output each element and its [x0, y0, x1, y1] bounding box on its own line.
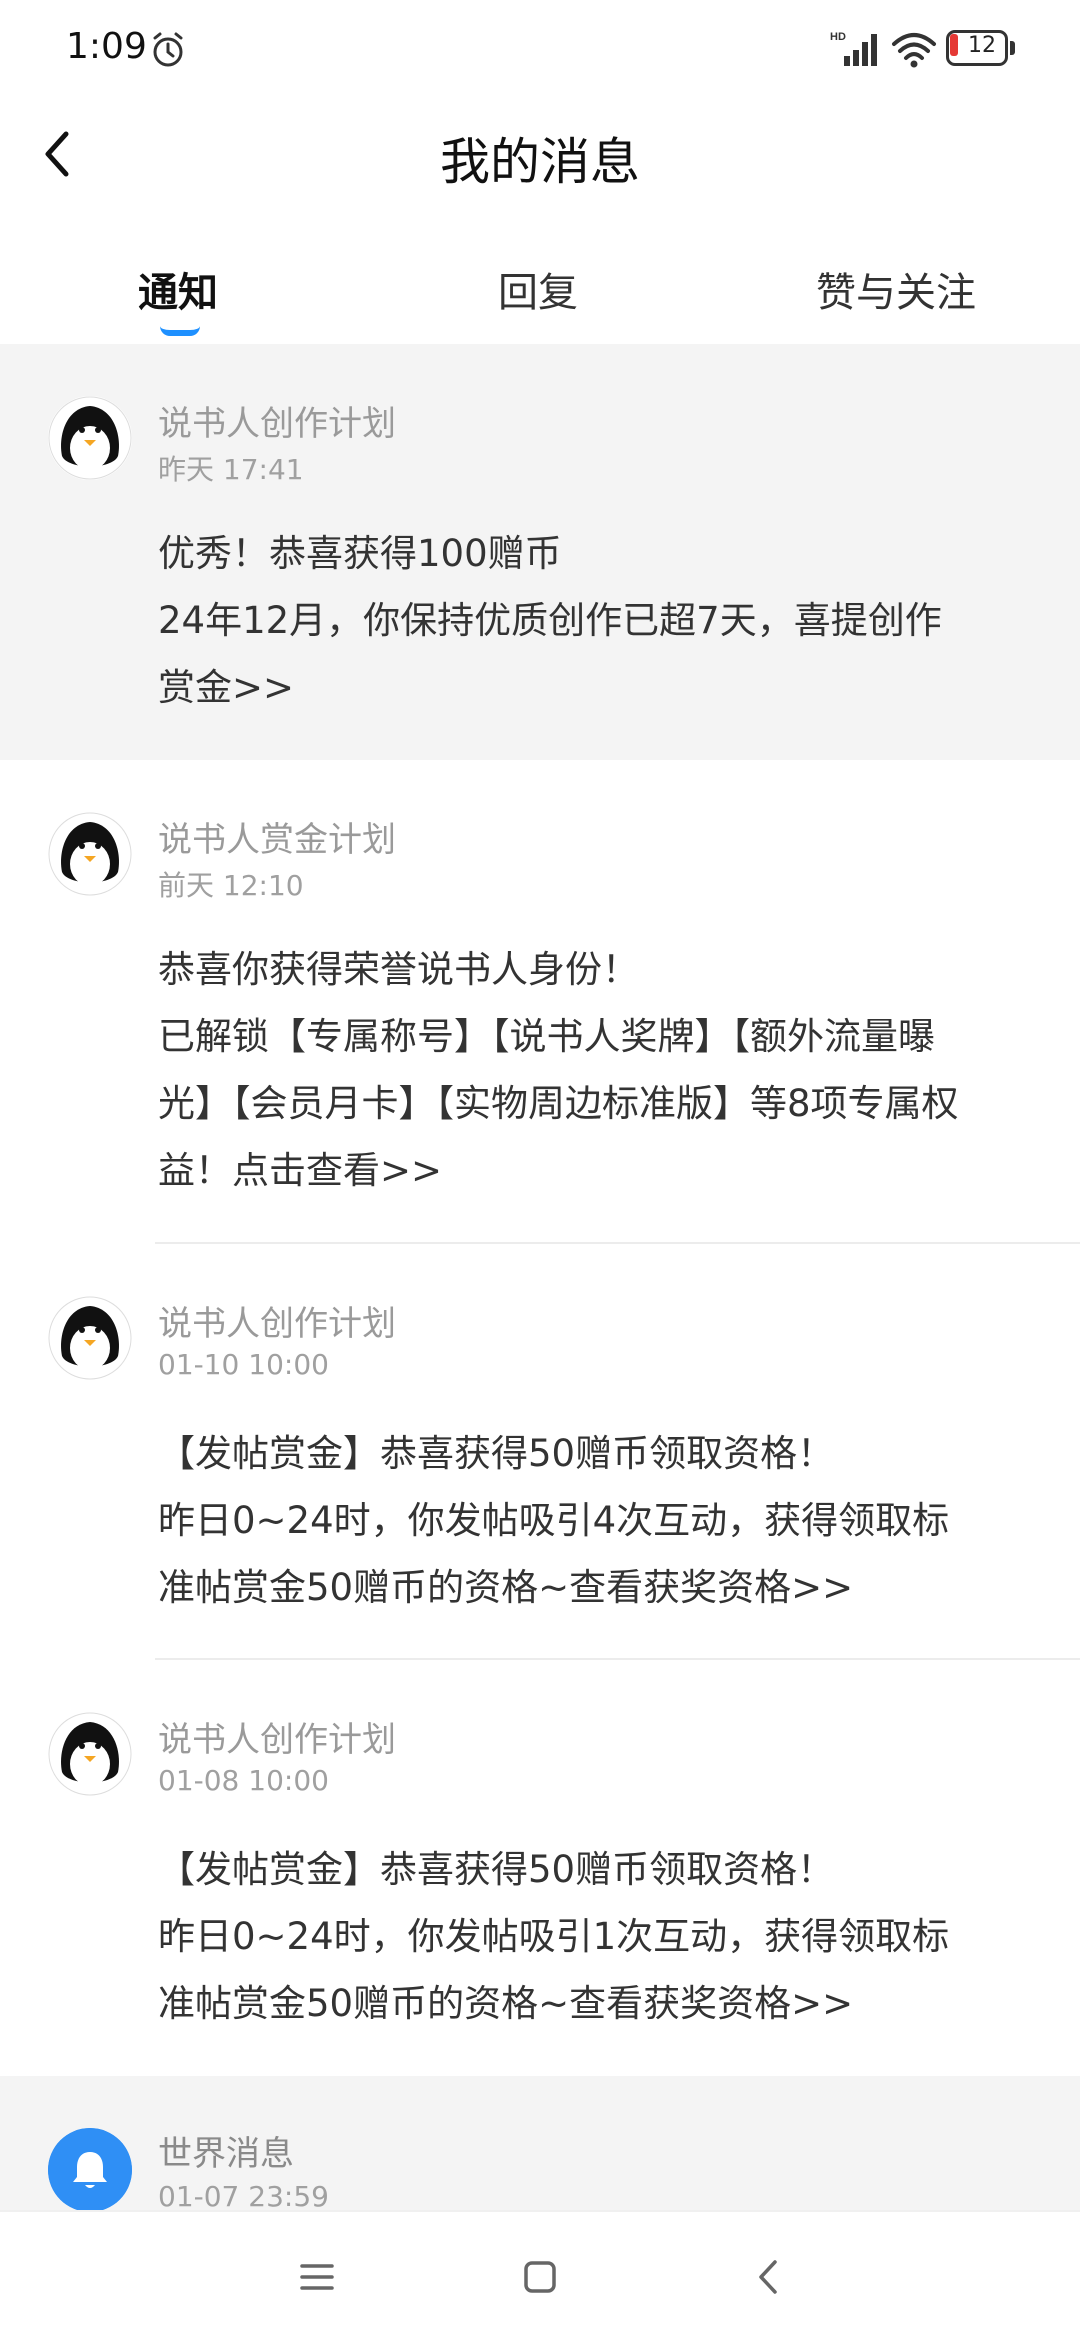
message-time: 01-08 10:00 [158, 1764, 329, 1797]
message-time: 01-07 23:59 [158, 2180, 329, 2210]
message-line: 【发帖赏金】恭喜获得50赠币领取资格！ [158, 1848, 835, 1891]
home-square-icon [524, 2261, 556, 2293]
battery-level: 12 [968, 33, 996, 58]
message-line: 优秀！恭喜获得100赠币 [158, 532, 562, 575]
list-item[interactable]: 说书人创作计划 01-10 10:00 【发帖赏金】恭喜获得50赠币领取资格！ … [0, 1244, 1080, 1660]
message-sender: 说书人创作计划 [158, 404, 396, 444]
message-body: 恭喜你获得荣誉说书人身份！ 已解锁【专属称号】【说书人奖牌】【额外流量曝 光】【… [158, 936, 1028, 1204]
message-line: 准帖赏金50赠币的资格~查看获奖资格>> [158, 1566, 854, 1609]
message-line: 24年12月，你保持优质创作已超7天，喜提创作 [158, 599, 942, 642]
battery-icon: 12 [946, 30, 1016, 66]
tab-notifications[interactable]: 通知 [138, 260, 218, 330]
system-back-button[interactable] [733, 2242, 803, 2312]
penguin-avatar [48, 1712, 132, 1796]
penguin-avatar [48, 1296, 132, 1380]
message-body: 【发帖赏金】恭喜获得50赠币领取资格！ 昨日0~24时，你发帖吸引1次互动，获得… [158, 1836, 1028, 2037]
message-sender: 说书人创作计划 [158, 1720, 396, 1760]
message-line: 已解锁【专属称号】【说书人奖牌】【额外流量曝 [158, 1015, 935, 1058]
message-line: 【发帖赏金】恭喜获得50赠币领取资格！ [158, 1432, 835, 1475]
active-tab-indicator [160, 326, 200, 336]
message-time: 前天 12:10 [158, 869, 304, 902]
message-line: 赏金>> [158, 666, 295, 709]
tab-bar: 通知 回复 赞与关注 [0, 240, 1080, 344]
message-line: 准帖赏金50赠币的资格~查看获奖资格>> [158, 1982, 854, 2025]
message-time: 01-10 10:00 [158, 1348, 329, 1381]
list-item[interactable]: 说书人创作计划 昨天 17:41 优秀！恭喜获得100赠币 24年12月，你保持… [0, 344, 1080, 760]
signal-icon: HD [830, 31, 877, 66]
wifi-icon [892, 33, 936, 68]
status-time: 1:09 [66, 26, 147, 67]
page-title: 我的消息 [440, 133, 640, 191]
message-line: 光】【会员月卡】【实物周边标准版】等8项专属权 [158, 1082, 959, 1125]
alarm-icon [153, 32, 183, 67]
header: 我的消息 [0, 100, 1080, 210]
system-nav-bar [0, 2210, 1080, 2340]
message-list: 说书人创作计划 昨天 17:41 优秀！恭喜获得100赠币 24年12月，你保持… [0, 344, 1080, 2210]
message-line: 昨日0~24时，你发帖吸引4次互动，获得领取标 [158, 1499, 950, 1542]
tab-replies[interactable]: 回复 [498, 260, 578, 330]
bell-icon [48, 2128, 132, 2210]
list-item[interactable]: 说书人创作计划 01-08 10:00 【发帖赏金】恭喜获得50赠币领取资格！ … [0, 1660, 1080, 2076]
svg-text:HD: HD [830, 31, 846, 43]
tab-likes-follows[interactable]: 赞与关注 [816, 260, 976, 330]
message-body: 优秀！恭喜获得100赠币 24年12月，你保持优质创作已超7天，喜提创作 赏金>… [158, 520, 1028, 721]
menu-icon [300, 2264, 334, 2290]
message-body: 【发帖赏金】恭喜获得50赠币领取资格！ 昨日0~24时，你发帖吸引4次互动，获得… [158, 1420, 1028, 1621]
list-item[interactable]: 说书人赏金计划 前天 12:10 恭喜你获得荣誉说书人身份！ 已解锁【专属称号】… [0, 760, 1080, 1244]
penguin-avatar [48, 396, 132, 480]
message-time: 昨天 17:41 [158, 453, 304, 486]
message-sender: 说书人创作计划 [158, 1304, 396, 1344]
message-line: 恭喜你获得荣誉说书人身份！ [158, 948, 639, 991]
message-line: 昨日0~24时，你发帖吸引1次互动，获得领取标 [158, 1915, 950, 1958]
menu-button[interactable] [282, 2242, 352, 2312]
penguin-avatar [48, 812, 132, 896]
back-triangle-icon [759, 2260, 777, 2294]
list-item[interactable]: 世界消息 01-07 23:59 [0, 2076, 1080, 2210]
message-line: 益！点击查看>> [158, 1149, 443, 1192]
home-button[interactable] [505, 2242, 575, 2312]
message-sender: 世界消息 [158, 2134, 294, 2174]
message-sender: 说书人赏金计划 [158, 820, 396, 860]
status-bar: 1:09 HD 12 [0, 0, 1080, 100]
